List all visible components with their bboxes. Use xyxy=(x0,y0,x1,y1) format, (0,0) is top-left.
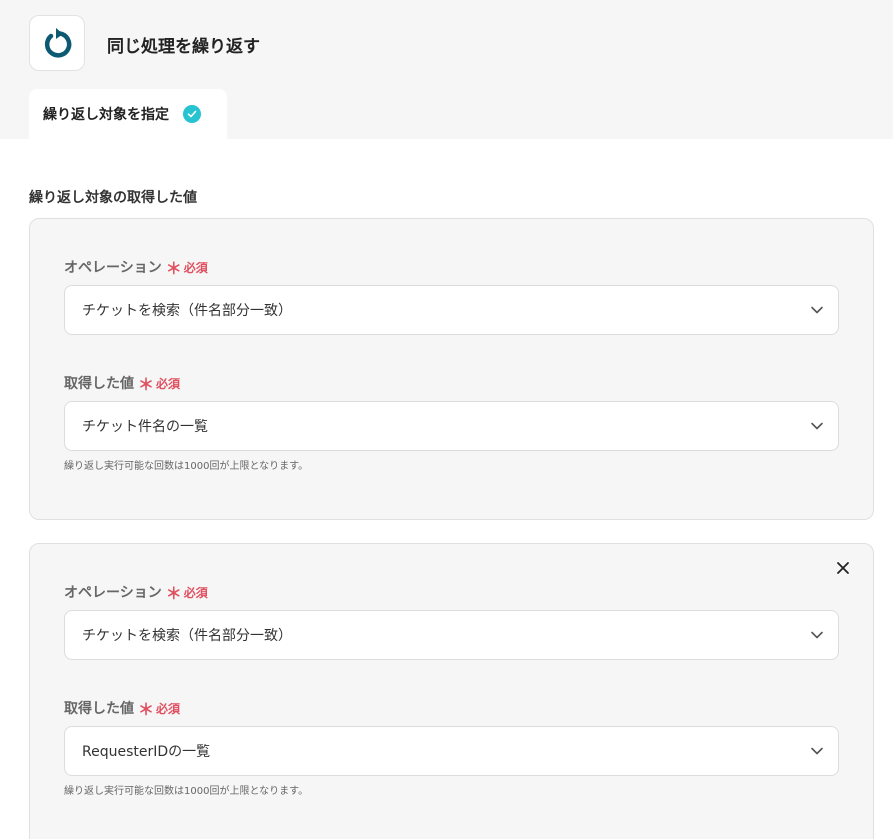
operation-label: オペレーション xyxy=(64,585,162,601)
app-icon-tile xyxy=(29,15,85,71)
value-select-value: チケット件名の一覧 xyxy=(82,419,208,435)
operation-label-row: オペレーション ＊ 必須 xyxy=(64,255,208,279)
required-text: 必須 xyxy=(183,260,208,275)
loop-icon xyxy=(44,28,72,58)
operation-select-value: チケットを検索（件名部分一致） xyxy=(82,628,292,644)
value-label: 取得した値 xyxy=(64,376,134,392)
operation-label: オペレーション xyxy=(64,260,162,276)
chevron-down-icon xyxy=(811,306,823,314)
operation-select[interactable]: チケットを検索（件名部分一致） xyxy=(64,285,839,335)
header: 同じ処理を繰り返す 繰り返し対象を指定 xyxy=(0,0,893,139)
value-label: 取得した値 xyxy=(64,701,134,717)
chevron-down-icon xyxy=(811,747,823,755)
repeat-target-card: オペレーション ＊ 必須 チケットを検索（件名部分一致） 取得した値 ＊ 必須 … xyxy=(29,218,874,520)
required-text: 必須 xyxy=(156,376,181,391)
repeat-target-card: オペレーション ＊ 必須 チケットを検索（件名部分一致） 取得した値 ＊ 必須 … xyxy=(29,543,874,839)
value-label-row: 取得した値 ＊ 必須 xyxy=(64,371,180,395)
chevron-down-icon xyxy=(811,631,823,639)
required-mark: ＊ xyxy=(165,584,182,603)
tab-label: 繰り返し対象を指定 xyxy=(43,107,169,123)
operation-select-value: チケットを検索（件名部分一致） xyxy=(82,303,292,319)
close-button[interactable] xyxy=(833,558,853,578)
close-icon xyxy=(837,562,849,574)
required-text: 必須 xyxy=(156,701,181,716)
limit-hint: 繰り返し実行可能な回数は1000回が上限となります。 xyxy=(64,786,309,797)
limit-hint: 繰り返し実行可能な回数は1000回が上限となります。 xyxy=(64,461,309,472)
check-circle-icon xyxy=(183,105,201,123)
value-label-row: 取得した値 ＊ 必須 xyxy=(64,696,180,720)
required-text: 必須 xyxy=(183,585,208,600)
operation-select[interactable]: チケットを検索（件名部分一致） xyxy=(64,610,839,660)
chevron-down-icon xyxy=(811,422,823,430)
operation-label-row: オペレーション ＊ 必須 xyxy=(64,580,208,604)
app-title: 同じ処理を繰り返す xyxy=(107,37,260,57)
tab-repeat-target[interactable]: 繰り返し対象を指定 xyxy=(29,89,227,139)
required-mark: ＊ xyxy=(138,375,155,394)
required-mark: ＊ xyxy=(165,259,182,278)
value-select[interactable]: チケット件名の一覧 xyxy=(64,401,839,451)
required-mark: ＊ xyxy=(138,700,155,719)
section-title: 繰り返し対象の取得した値 xyxy=(29,190,197,206)
value-select[interactable]: RequesterIDの一覧 xyxy=(64,726,839,776)
value-select-value: RequesterIDの一覧 xyxy=(82,744,211,760)
